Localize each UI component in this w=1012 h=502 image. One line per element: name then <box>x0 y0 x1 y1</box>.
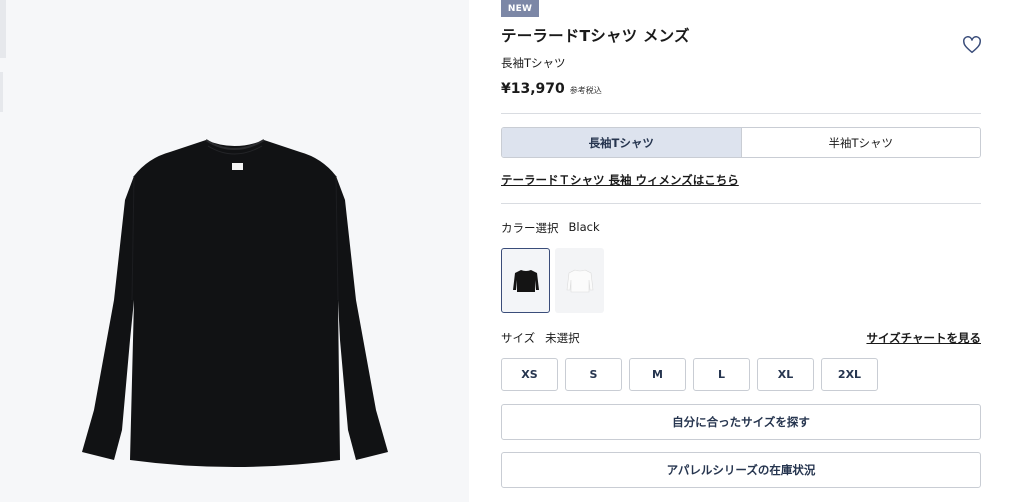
color-label: カラー選択 <box>501 221 559 235</box>
product-subtitle: 長袖Tシャツ <box>501 56 566 70</box>
color-swatch-white[interactable] <box>555 248 604 313</box>
size-button-xs[interactable]: XS <box>501 358 558 391</box>
womens-version-link[interactable]: テーラードＴシャツ 長袖 ウィメンズはこちら <box>501 172 739 188</box>
divider <box>501 113 981 114</box>
divider <box>501 203 981 204</box>
size-button-2xl[interactable]: 2XL <box>821 358 878 391</box>
find-my-size-button[interactable]: 自分に合ったサイズを探す <box>501 404 981 440</box>
size-options: XS S M L XL 2XL <box>501 358 878 391</box>
product-info-panel: NEW テーラードTシャツ メンズ 長袖Tシャツ ¥13,970 参考税込 長袖… <box>501 0 981 502</box>
size-chart-link[interactable]: サイズチャートを見る <box>866 330 981 346</box>
price: ¥13,970 <box>501 81 565 97</box>
product-title: テーラードTシャツ メンズ <box>501 27 690 45</box>
product-image-gallery[interactable] <box>0 0 469 502</box>
size-button-l[interactable]: L <box>693 358 750 391</box>
apparel-stock-button[interactable]: アパレルシリーズの在庫状況 <box>501 452 981 488</box>
sleeve-option-short[interactable]: 半袖Tシャツ <box>741 128 980 157</box>
size-selected-value: 未選択 <box>545 331 580 345</box>
price-row: ¥13,970 参考税込 <box>501 81 602 97</box>
new-badge: NEW <box>501 0 539 17</box>
color-selection-label: カラー選択 Black <box>501 220 600 236</box>
sleeve-option-long[interactable]: 長袖Tシャツ <box>502 128 742 157</box>
black-shirt-thumbnail <box>512 269 539 292</box>
size-button-s[interactable]: S <box>565 358 622 391</box>
size-button-m[interactable]: M <box>629 358 686 391</box>
sleeve-type-selector: 長袖Tシャツ 半袖Tシャツ <box>501 127 981 158</box>
tax-note: 参考税込 <box>569 86 602 95</box>
heart-icon[interactable] <box>962 36 982 54</box>
white-shirt-thumbnail <box>566 269 593 292</box>
color-swatch-black[interactable] <box>501 248 550 313</box>
color-selected-value: Black <box>568 220 600 234</box>
size-button-xl[interactable]: XL <box>757 358 814 391</box>
product-image-black-longsleeve-tshirt <box>82 139 388 467</box>
size-label: サイズ <box>501 331 536 345</box>
